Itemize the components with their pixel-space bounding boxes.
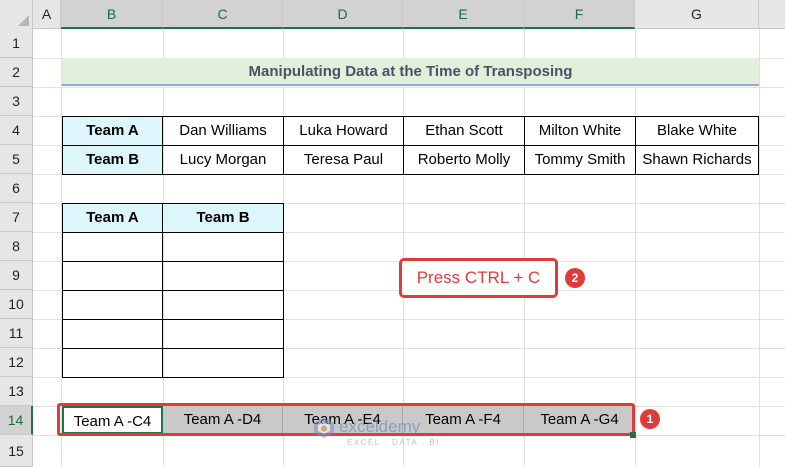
team-b-member-cell[interactable]: Tommy Smith	[524, 145, 636, 175]
row-header-2[interactable]: 2	[0, 58, 33, 87]
row-header-11[interactable]: 11	[0, 319, 33, 348]
team-a-member-cell[interactable]: Luka Howard	[283, 116, 404, 146]
select-all-triangle-icon	[18, 15, 29, 26]
row-header-4[interactable]: 4	[0, 116, 33, 145]
output-cell[interactable]	[162, 232, 284, 262]
column-header-d[interactable]: D	[283, 0, 403, 29]
row-header-8[interactable]: 8	[0, 232, 33, 261]
gridline	[33, 87, 785, 88]
output-cell[interactable]	[62, 348, 163, 378]
column-header-b[interactable]: B	[61, 0, 163, 29]
team-b-member-cell[interactable]: Shawn Richards	[635, 145, 759, 175]
team-a-label-cell[interactable]: Team A	[62, 116, 163, 146]
output-cell[interactable]	[62, 232, 163, 262]
watermark-name: exceldemy	[339, 417, 421, 436]
row-header-10[interactable]: 10	[0, 290, 33, 319]
output-cell[interactable]	[162, 348, 284, 378]
exceldemy-watermark: exceldemy EXCEL · DATA · BI	[313, 415, 473, 451]
column-header-g[interactable]: G	[635, 0, 759, 29]
team-a-member-cell[interactable]: Milton White	[524, 116, 636, 146]
row-header-9[interactable]: 9	[0, 261, 33, 290]
step-1-badge: 1	[640, 409, 660, 429]
row-header-12[interactable]: 12	[0, 348, 33, 377]
column-header-f[interactable]: F	[524, 0, 635, 29]
fill-handle[interactable]	[630, 432, 636, 438]
row-header-13[interactable]: 13	[0, 377, 33, 406]
row-header-1[interactable]: 1	[0, 29, 33, 58]
output-header-team-a[interactable]: Team A	[62, 203, 163, 233]
output-cell[interactable]	[62, 290, 163, 320]
output-header-team-b[interactable]: Team B	[162, 203, 284, 233]
team-a-member-cell[interactable]: Blake White	[635, 116, 759, 146]
spreadsheet: A B C D E F G 1 2 3 4 5 6 7 8 9 10 11 12…	[0, 0, 785, 467]
exceldemy-logo-icon	[314, 418, 334, 438]
gridline	[759, 29, 760, 467]
row-header-7[interactable]: 7	[0, 203, 33, 232]
team-b-member-cell[interactable]: Lucy Morgan	[162, 145, 284, 175]
row-header-3[interactable]: 3	[0, 87, 33, 116]
row-header-5[interactable]: 5	[0, 145, 33, 174]
column-header-e[interactable]: E	[403, 0, 524, 29]
press-ctrl-c-callout: Press CTRL + C	[399, 258, 558, 298]
row-header-6[interactable]: 6	[0, 174, 33, 203]
column-header-c[interactable]: C	[163, 0, 283, 29]
column-header-a[interactable]: A	[33, 0, 61, 29]
output-cell[interactable]	[162, 261, 284, 291]
team-b-member-cell[interactable]: Teresa Paul	[283, 145, 404, 175]
watermark-tagline: EXCEL · DATA · BI	[347, 438, 440, 447]
row-header-15[interactable]: 15	[0, 435, 33, 467]
team-a-member-cell[interactable]: Dan Williams	[162, 116, 284, 146]
gridline	[635, 29, 636, 467]
output-cell[interactable]	[62, 319, 163, 349]
team-b-label-cell[interactable]: Team B	[62, 145, 163, 175]
team-b-member-cell[interactable]: Roberto Molly	[403, 145, 525, 175]
output-cell[interactable]	[62, 261, 163, 291]
gridline	[403, 29, 404, 467]
select-all-corner[interactable]	[0, 0, 33, 29]
output-cell[interactable]	[162, 319, 284, 349]
row-header-14[interactable]: 14	[0, 406, 33, 435]
team-a-member-cell[interactable]: Ethan Scott	[403, 116, 525, 146]
step-2-badge: 2	[565, 268, 585, 288]
gridline	[524, 29, 525, 467]
sheet-title[interactable]: Manipulating Data at the Time of Transpo…	[62, 58, 759, 86]
output-cell[interactable]	[162, 290, 284, 320]
